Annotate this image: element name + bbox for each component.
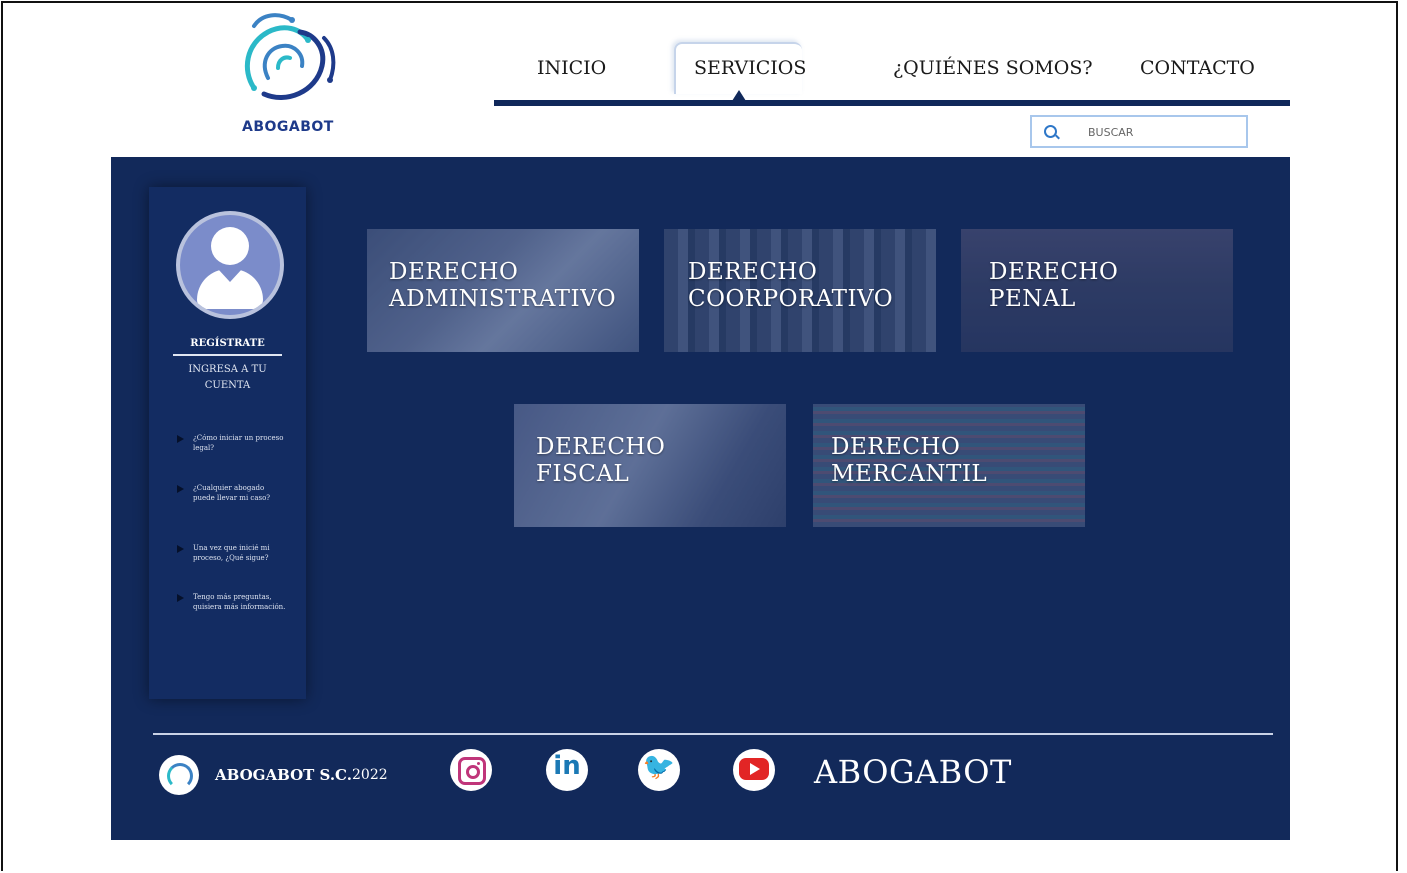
register-divider — [173, 354, 282, 356]
nav-underline — [494, 100, 1290, 106]
instagram-icon[interactable] — [450, 749, 492, 791]
faq-text: Una vez que inicié mi proceso, ¿Qué sigu… — [193, 544, 270, 562]
service-card-administrativo[interactable]: DERECHO ADMINISTRATIVO — [367, 229, 639, 352]
company-name: ABOGABOT S.C. — [215, 766, 352, 784]
card-title-line2: PENAL — [989, 286, 1076, 312]
service-card-fiscal[interactable]: DERECHO FISCAL — [514, 404, 786, 527]
linkedin-icon[interactable]: in — [546, 749, 588, 791]
login-link[interactable]: INGRESA A TU CUENTA — [179, 362, 276, 394]
footer-brand: ABOGABOT — [814, 753, 1012, 791]
footer-divider — [153, 733, 1273, 735]
nav-inicio[interactable]: INICIO — [537, 57, 606, 79]
nav-servicios[interactable]: SERVICIOS — [694, 57, 806, 79]
footer-logo-icon — [159, 755, 199, 795]
card-title-line2: MERCANTIL — [831, 461, 988, 487]
card-title-line2: ADMINISTRATIVO — [389, 286, 617, 312]
faq-text: ¿Cómo iniciar un proceso legal? — [193, 434, 284, 452]
card-title-line1: DERECHO — [536, 434, 666, 460]
card-title-line1: DERECHO — [831, 434, 961, 460]
card-title-line2: FISCAL — [536, 461, 630, 487]
abogabot-logo-icon — [244, 13, 336, 100]
search-input[interactable] — [1088, 123, 1238, 141]
card-title-line1: DERECHO — [688, 259, 818, 285]
faq-text: ¿Cualquier abogado puede llevar mi caso? — [193, 484, 271, 502]
logo-text: ABOGABOT — [242, 119, 334, 135]
play-arrow-icon — [177, 594, 184, 602]
service-card-penal[interactable]: DERECHO PENAL — [961, 229, 1233, 352]
card-title-line2: COORPORATIVO — [688, 286, 894, 312]
play-arrow-icon — [177, 485, 184, 493]
twitter-icon[interactable]: 🐦 — [638, 749, 680, 791]
search-icon[interactable] — [1044, 125, 1057, 138]
youtube-icon[interactable] — [733, 749, 775, 791]
faq-text: Tengo más preguntas, quisiera más inform… — [193, 593, 286, 611]
avatar-icon[interactable] — [176, 211, 284, 319]
card-title-line1: DERECHO — [389, 259, 519, 285]
main-panel: REGÍSTRATE INGRESA A TU CUENTA ¿Cómo ini… — [111, 157, 1290, 840]
service-card-mercantil[interactable]: DERECHO MERCANTIL — [813, 404, 1085, 527]
play-arrow-icon — [177, 545, 184, 553]
search-box[interactable] — [1030, 115, 1248, 148]
register-link[interactable]: REGÍSTRATE — [149, 338, 306, 349]
play-arrow-icon — [177, 435, 184, 443]
service-card-coorporativo[interactable]: DERECHO COORPORATIVO — [664, 229, 936, 352]
nav-quienes-somos[interactable]: ¿QUIÉNES SOMOS? — [893, 57, 1093, 79]
card-title-line1: DERECHO — [989, 259, 1119, 285]
footer-year: 2022 — [352, 767, 388, 783]
nav-contacto[interactable]: CONTACTO — [1140, 57, 1255, 79]
sidebar: REGÍSTRATE INGRESA A TU CUENTA ¿Cómo ini… — [149, 187, 306, 699]
